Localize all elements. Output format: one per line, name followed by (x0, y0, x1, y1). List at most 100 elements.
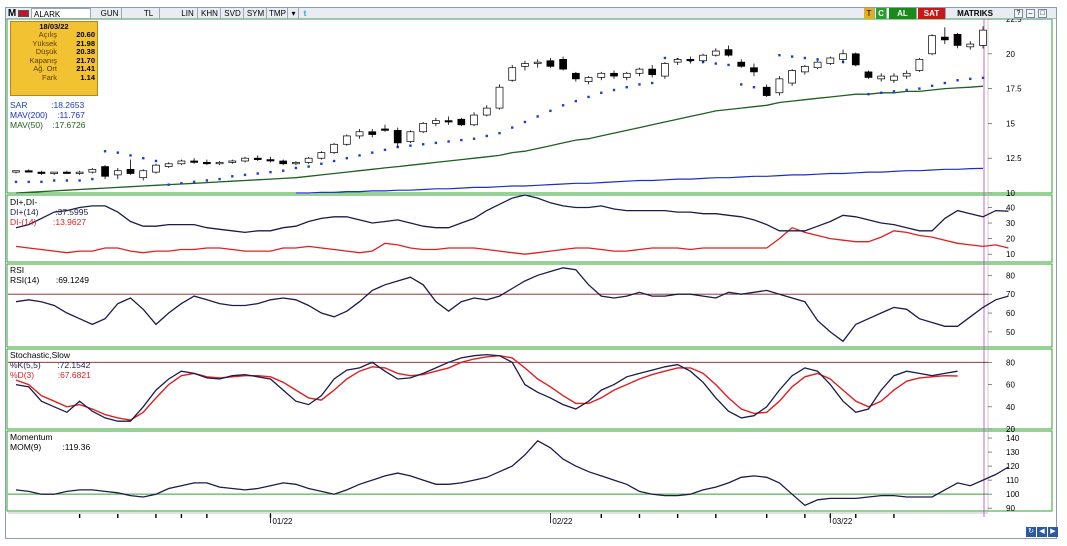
candle-body (406, 131, 415, 142)
mav50-value: :17.6726 (52, 120, 86, 130)
candle-body (533, 61, 542, 64)
mav50-label: MAV(50) (10, 120, 43, 130)
dropdown-arrow-icon[interactable]: ▾ (289, 8, 299, 19)
sar-dot (650, 81, 654, 85)
candle-body (610, 72, 618, 77)
candle-body (12, 170, 20, 173)
candle-body (826, 57, 835, 64)
twitter-icon[interactable]: t (300, 8, 310, 19)
sar-dot (332, 159, 336, 163)
sar-dot (740, 83, 743, 86)
sar-dot (307, 165, 310, 168)
sell-button[interactable]: SAT (918, 8, 946, 19)
candle-body (304, 157, 313, 163)
candle-body (966, 43, 975, 48)
candle-body (152, 164, 160, 173)
candle-body (801, 65, 809, 73)
sar-dot (511, 126, 514, 129)
chart-navigation: ↻ ◀ ▶ (1026, 527, 1058, 538)
axis-label-mom: 140 (1006, 434, 1020, 443)
stoch-k-label: %K(5,5) (10, 360, 41, 370)
sar-dot (320, 162, 323, 165)
candle-body (457, 118, 466, 126)
candle-body (661, 63, 669, 77)
sar-dot (918, 87, 921, 90)
sar-dot (116, 151, 119, 154)
tmp-button[interactable]: TMP (268, 8, 288, 19)
chart-area[interactable]: 22.52017.51512.5104030201080706050806040… (6, 19, 1056, 527)
sar-dot (243, 173, 247, 177)
axis-label-mom: 90 (1006, 504, 1015, 513)
chart-toolbar: M ALARK GUN TL LIN KHN SVD SYM TMP ▾ t T… (6, 8, 1056, 19)
x-axis-label: 01/22 (272, 517, 293, 526)
rsi-title: RSI (10, 265, 25, 275)
sar-dot (434, 141, 438, 145)
scroll-right-icon[interactable]: ▶ (1048, 527, 1058, 537)
sar-dot (91, 177, 94, 181)
sar-dot (638, 83, 641, 86)
buy-button[interactable]: AL (889, 8, 917, 19)
khn-button[interactable]: KHN (199, 8, 221, 19)
candle-body (559, 59, 567, 70)
candle-body (851, 53, 860, 66)
sar-dot (612, 88, 616, 92)
maximize-icon[interactable]: □ (1038, 9, 1047, 18)
refresh-icon[interactable]: ↻ (1026, 527, 1036, 537)
axis-label-rsi: 80 (1006, 271, 1015, 280)
di-minus-value: :13.9627 (52, 217, 87, 227)
scroll-left-icon[interactable]: ◀ (1037, 527, 1047, 537)
lin-button[interactable]: LIN (178, 8, 198, 19)
currency-select[interactable]: TL (138, 8, 160, 19)
candle-body (877, 75, 886, 80)
candle-body (266, 159, 275, 162)
candle-body (673, 59, 682, 63)
sar-dot (549, 109, 552, 113)
quick-t-button[interactable]: T (864, 8, 875, 19)
axis-label-price: 17.5 (1006, 85, 1022, 94)
axis-label-rsi: 70 (1006, 290, 1015, 299)
sar-dot (103, 150, 107, 153)
minimize-icon[interactable]: – (1026, 9, 1035, 18)
ohlc-info-box: 18/03/22 Açılış 20.60 Yüksek 21.98 Düşük 20… (10, 21, 98, 96)
axis-label-mom: 110 (1006, 476, 1019, 485)
panel-frame-price (6, 19, 1053, 194)
mom-title: Momentum (10, 432, 53, 442)
sym-button[interactable]: SYM (245, 8, 267, 19)
candle-body (444, 120, 453, 123)
candle-body (393, 130, 402, 144)
brand-label: MATRIKS (957, 9, 993, 18)
rsi-value: :69.1249 (55, 275, 89, 285)
stoch-d-legend: %D(3) :67.6821 (10, 370, 91, 380)
candle-body (177, 160, 186, 165)
sar-dot (218, 177, 221, 181)
candle-body (508, 67, 517, 81)
di-plus-legend: DI+(14) :37.5995 (10, 207, 88, 217)
sar-dot (27, 180, 30, 184)
symbol-input[interactable]: ALARK (31, 8, 91, 19)
mom-legend: MOM(9) :119.36 (10, 442, 90, 452)
help-icon[interactable]: ? (1014, 9, 1023, 18)
candle-body (88, 168, 97, 173)
period-select[interactable]: GUN (98, 8, 122, 19)
sar-dot (192, 180, 196, 184)
candle-body (241, 157, 249, 162)
candle-body (750, 67, 758, 73)
candle-body (521, 63, 529, 67)
mav50-legend: MAV(50) :17.6726 (10, 120, 85, 130)
sar-dot (409, 144, 412, 147)
candle-body (368, 131, 377, 135)
sar-dot (40, 180, 43, 184)
candle-body (648, 68, 657, 76)
candle-body (330, 143, 338, 153)
di-plus-value: :37.5995 (55, 207, 89, 217)
axis-label-price: 10 (1006, 189, 1015, 198)
sar-dot (78, 179, 81, 182)
sar-dot (663, 56, 667, 60)
svd-button[interactable]: SVD (222, 8, 244, 19)
quick-c-button[interactable]: C (876, 8, 887, 19)
candle-body (342, 135, 351, 145)
sar-dot (727, 63, 730, 67)
sar-dot (180, 182, 183, 185)
di-minus-label: DI-(14) (10, 217, 37, 227)
candle-body (75, 171, 84, 174)
